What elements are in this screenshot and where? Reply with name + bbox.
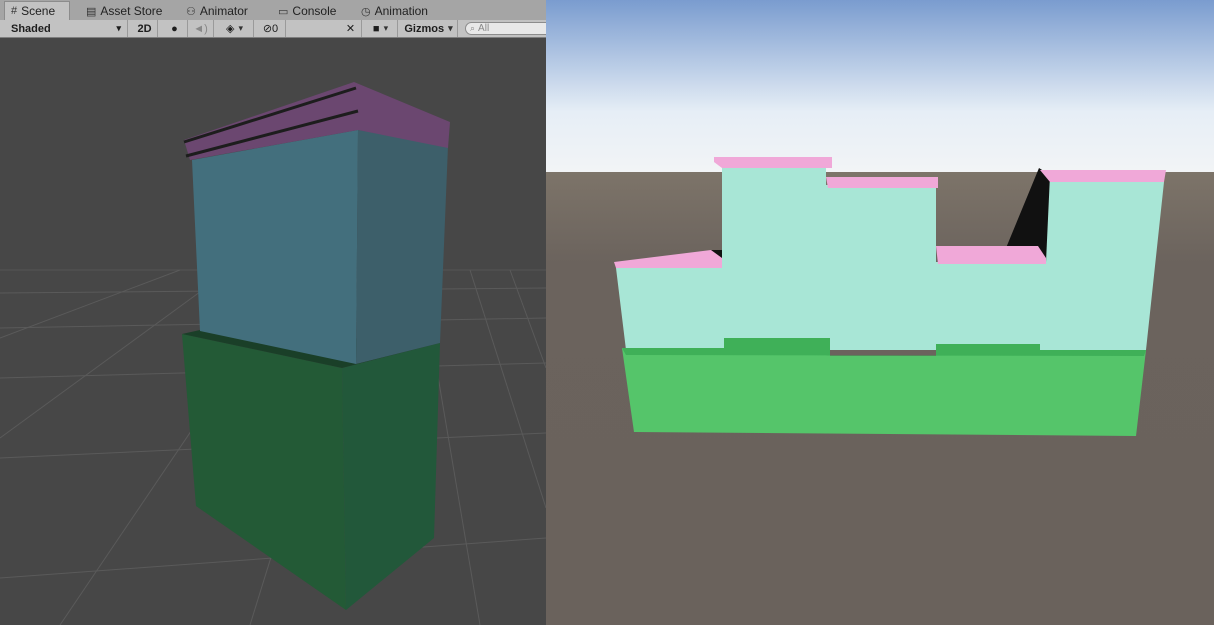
scene-panel: # Scene ▤ Asset Store ⚇ Animator ▭ Conso…: [0, 0, 546, 625]
tab-animation[interactable]: ◷ Animation: [355, 2, 434, 20]
camera-icon: ■: [372, 22, 380, 35]
tab-console[interactable]: ▭ Console: [272, 2, 342, 20]
pink-top-5: [1040, 170, 1166, 182]
lightbulb-icon: ●: [171, 22, 178, 35]
tab-asset-store[interactable]: ▤ Asset Store: [80, 2, 168, 20]
camera-settings-dropdown[interactable]: ■: [364, 20, 398, 37]
tab-asset-store-label: Asset Store: [100, 4, 163, 18]
tab-animator[interactable]: ⚇ Animator: [180, 2, 254, 20]
pink-top-2: [714, 157, 832, 168]
tab-animation-label: Animation: [374, 4, 428, 18]
search-placeholder: All: [478, 23, 490, 34]
shading-mode-dropdown[interactable]: Shaded ▾: [0, 20, 128, 37]
pink-top-3: [826, 177, 938, 188]
game-viewport[interactable]: [546, 0, 1214, 625]
scene-tools-button[interactable]: ✕: [340, 20, 362, 37]
eye-slash-icon: ⊘: [262, 23, 273, 35]
hidden-count: 0: [272, 22, 279, 35]
tab-scene[interactable]: # Scene: [4, 1, 70, 20]
grid-icon: #: [11, 5, 18, 17]
layers-icon: ◈: [226, 23, 235, 35]
audio-toggle-button[interactable]: ◄): [188, 20, 214, 37]
tab-console-label: Console: [292, 4, 337, 18]
search-input[interactable]: ⌕ All: [465, 22, 546, 35]
scene-toolbar: Shaded ▾ 2D ● ◄) ◈ ⊘ 0 ✕ ■ Gizmos ⌕ Al: [0, 20, 546, 38]
clock-icon: ◷: [361, 5, 371, 18]
gizmos-dropdown[interactable]: Gizmos: [400, 20, 458, 37]
chevron-down-icon: ▾: [116, 23, 121, 33]
tools-icon: ✕: [345, 23, 356, 35]
effects-dropdown[interactable]: ◈: [216, 20, 254, 37]
hidden-objects-toggle[interactable]: ⊘ 0: [256, 20, 286, 37]
animator-icon: ⚇: [186, 5, 196, 18]
store-icon: ▤: [86, 5, 97, 18]
tab-animator-label: Animator: [199, 4, 248, 18]
pink-top-4: [936, 246, 1046, 264]
editor-tab-bar: # Scene ▤ Asset Store ⚇ Animator ▭ Conso…: [0, 0, 546, 21]
sky: [546, 0, 1214, 172]
speaker-icon: ◄): [193, 22, 208, 35]
2d-toggle-button[interactable]: 2D: [132, 20, 158, 37]
search-icon: ⌕: [470, 23, 476, 33]
gizmos-label: Gizmos: [404, 22, 445, 35]
tab-scene-label: Scene: [21, 4, 56, 18]
console-icon: ▭: [278, 5, 289, 18]
shading-mode-label: Shaded: [11, 22, 51, 35]
scene-viewport[interactable]: [0, 38, 546, 625]
blue-cube[interactable]: [192, 130, 448, 364]
2d-label: 2D: [137, 22, 152, 35]
lighting-toggle-button[interactable]: ●: [162, 20, 188, 37]
